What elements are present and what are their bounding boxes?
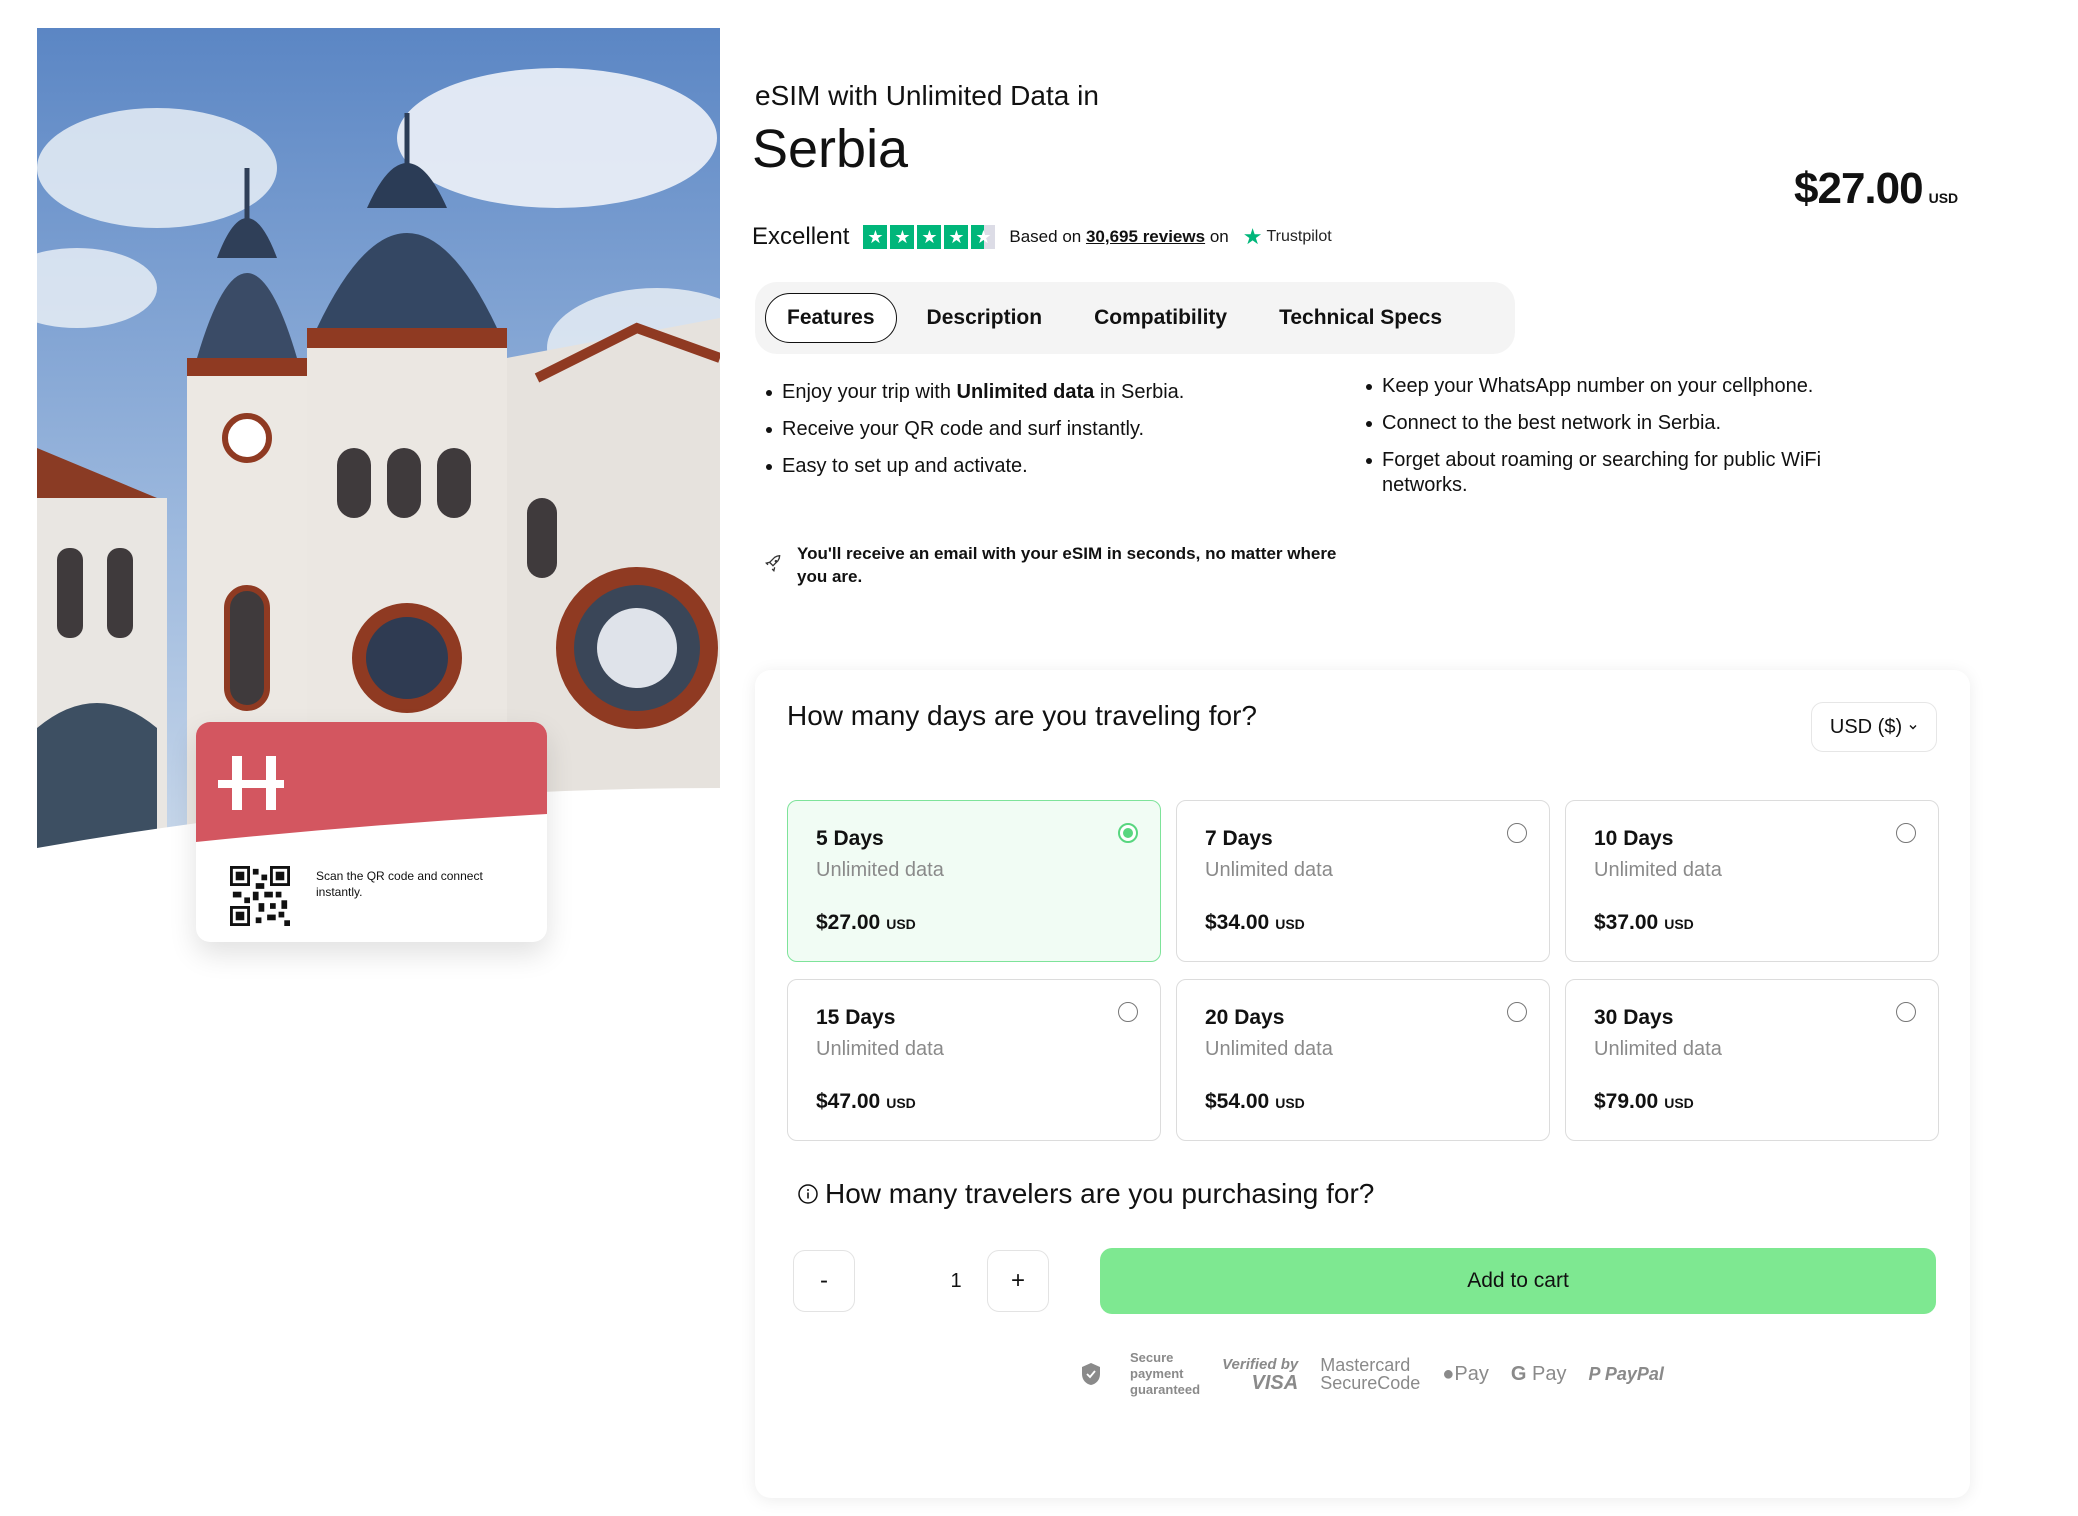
plan-data: Unlimited data bbox=[1205, 859, 1333, 881]
travelers-question: How many travelers are you purchasing fo… bbox=[797, 1178, 1374, 1210]
add-to-cart-button[interactable]: Add to cart bbox=[1100, 1248, 1936, 1314]
plan-options: 5 Days Unlimited data $27.00 USD 7 Days U… bbox=[787, 800, 1939, 1141]
apple-icon: ● bbox=[1442, 1362, 1455, 1385]
star-icon: ★ bbox=[890, 225, 915, 249]
plan-price: $34.00 USD bbox=[1205, 911, 1305, 934]
apple-pay-logo: ●Pay bbox=[1442, 1362, 1489, 1385]
mastercard-securecode-logo: Mastercard SecureCode bbox=[1320, 1355, 1421, 1393]
trustpilot-star-icon: ★ bbox=[1242, 224, 1263, 249]
trustpilot-logo: ★ Trustpilot bbox=[1242, 224, 1332, 249]
plan-days: 20 Days bbox=[1205, 1006, 1285, 1029]
product-subtitle: eSIM with Unlimited Data in bbox=[755, 80, 1099, 111]
product-title: Serbia bbox=[752, 119, 909, 179]
star-icon: ★ bbox=[917, 225, 942, 249]
plan-days: 10 Days bbox=[1594, 827, 1674, 850]
card-wave bbox=[196, 814, 547, 854]
esim-card: Scan the QR code and connect instantly. bbox=[196, 722, 547, 942]
plan-price: $27.00 USD bbox=[816, 911, 916, 934]
plan-price: $54.00 USD bbox=[1205, 1090, 1305, 1113]
plan-option-20-days[interactable]: 20 Days Unlimited data $54.00 USD bbox=[1176, 979, 1550, 1141]
star-icon: ★ bbox=[944, 225, 969, 249]
purchase-panel: How many days are you traveling for? USD… bbox=[755, 670, 1970, 1498]
plan-option-5-days[interactable]: 5 Days Unlimited data $27.00 USD bbox=[787, 800, 1161, 962]
plan-days: 30 Days bbox=[1594, 1006, 1674, 1029]
star-icon: ★ bbox=[863, 225, 888, 249]
paypal-logo: P PayPal bbox=[1588, 1363, 1664, 1384]
rocket-icon bbox=[765, 554, 781, 572]
info-icon[interactable] bbox=[797, 1183, 819, 1205]
feature-item: Receive your QR code and surf instantly. bbox=[764, 411, 1324, 448]
shield-icon bbox=[1082, 1363, 1100, 1385]
half-star-icon: ★ bbox=[971, 225, 996, 249]
plan-data: Unlimited data bbox=[816, 859, 944, 881]
plan-price: $79.00 USD bbox=[1594, 1090, 1694, 1113]
plan-days: 15 Days bbox=[816, 1006, 896, 1029]
reviews-text: Based on 30,695 reviews on bbox=[1009, 227, 1229, 246]
product-price: $27.00 USD bbox=[1794, 164, 1959, 213]
google-icon: G bbox=[1510, 1362, 1527, 1385]
esim-card-header bbox=[196, 722, 547, 854]
rating-bar: Excellent ★ ★ ★ ★ ★ Based on 30,695 revi… bbox=[752, 222, 1332, 252]
paypal-icon: P bbox=[1588, 1363, 1600, 1384]
plan-option-15-days[interactable]: 15 Days Unlimited data $47.00 USD bbox=[787, 979, 1161, 1141]
plan-days: 5 Days bbox=[816, 827, 884, 850]
product-tabs: Features Description Compatibility Techn… bbox=[755, 282, 1515, 354]
increase-travelers-button[interactable]: + bbox=[987, 1250, 1049, 1312]
esim-card-text: Scan the QR code and connect instantly. bbox=[316, 869, 483, 899]
radio-selected[interactable] bbox=[1118, 823, 1138, 843]
tab-description[interactable]: Description bbox=[905, 293, 1065, 343]
qr-code-icon bbox=[230, 866, 290, 926]
secure-payment-badge: Secure payment guaranteed bbox=[1080, 1350, 1200, 1398]
plan-data: Unlimited data bbox=[1205, 1038, 1333, 1060]
plan-option-7-days[interactable]: 7 Days Unlimited data $34.00 USD bbox=[1176, 800, 1550, 962]
radio-unselected[interactable] bbox=[1507, 823, 1527, 843]
radio-unselected[interactable] bbox=[1896, 823, 1916, 843]
radio-unselected[interactable] bbox=[1507, 1002, 1527, 1022]
feature-item: Connect to the best network in Serbia. bbox=[1364, 411, 1904, 436]
currency-select[interactable]: USD ($) bbox=[1811, 702, 1937, 752]
feature-item: Keep your WhatsApp number on your cellph… bbox=[1364, 374, 1904, 399]
features-list-left: Enjoy your trip with Unlimited data in S… bbox=[764, 374, 1324, 485]
reviews-link[interactable]: 30,695 reviews bbox=[1086, 227, 1205, 246]
radio-unselected[interactable] bbox=[1896, 1002, 1916, 1022]
delivery-notice: You'll receive an email with your eSIM i… bbox=[763, 542, 1337, 588]
chevron-down-icon bbox=[1909, 725, 1917, 730]
plan-price: $47.00 USD bbox=[816, 1090, 916, 1113]
radio-unselected[interactable] bbox=[1118, 1002, 1138, 1022]
tab-compatibility[interactable]: Compatibility bbox=[1072, 293, 1249, 343]
feature-item: Enjoy your trip with Unlimited data in S… bbox=[764, 374, 1324, 411]
verified-by-visa-logo: Verified by VISA bbox=[1222, 1356, 1299, 1394]
features-list-right: Keep your WhatsApp number on your cellph… bbox=[1364, 374, 1904, 510]
feature-item: Forget about roaming or searching for pu… bbox=[1364, 448, 1904, 498]
delivery-notice-text: You'll receive an email with your eSIM i… bbox=[797, 544, 1337, 586]
tab-technical-specs[interactable]: Technical Specs bbox=[1257, 293, 1464, 343]
holafly-logo-icon bbox=[218, 756, 284, 810]
rating-label: Excellent bbox=[752, 223, 850, 250]
plan-data: Unlimited data bbox=[1594, 1038, 1722, 1060]
tab-features[interactable]: Features bbox=[765, 293, 897, 343]
google-pay-logo: G Pay bbox=[1510, 1362, 1567, 1385]
feature-item: Easy to set up and activate. bbox=[764, 448, 1324, 485]
plan-option-10-days[interactable]: 10 Days Unlimited data $37.00 USD bbox=[1565, 800, 1939, 962]
days-question: How many days are you traveling for? bbox=[787, 700, 1257, 731]
price-currency: USD bbox=[1928, 190, 1959, 206]
plan-option-30-days[interactable]: 30 Days Unlimited data $79.00 USD bbox=[1565, 979, 1939, 1141]
rating-stars: ★ ★ ★ ★ ★ bbox=[863, 225, 996, 249]
plan-data: Unlimited data bbox=[1594, 859, 1722, 881]
payment-methods: Secure payment guaranteed Verified by VISA … bbox=[1080, 1350, 1664, 1398]
plan-price: $37.00 USD bbox=[1594, 911, 1694, 934]
plan-data: Unlimited data bbox=[816, 1038, 944, 1060]
product-page: Scan the QR code and connect instantly. … bbox=[0, 0, 2078, 1516]
decrease-travelers-button[interactable]: - bbox=[793, 1250, 855, 1312]
plan-days: 7 Days bbox=[1205, 827, 1273, 850]
travelers-quantity[interactable]: 1 bbox=[915, 1250, 997, 1312]
